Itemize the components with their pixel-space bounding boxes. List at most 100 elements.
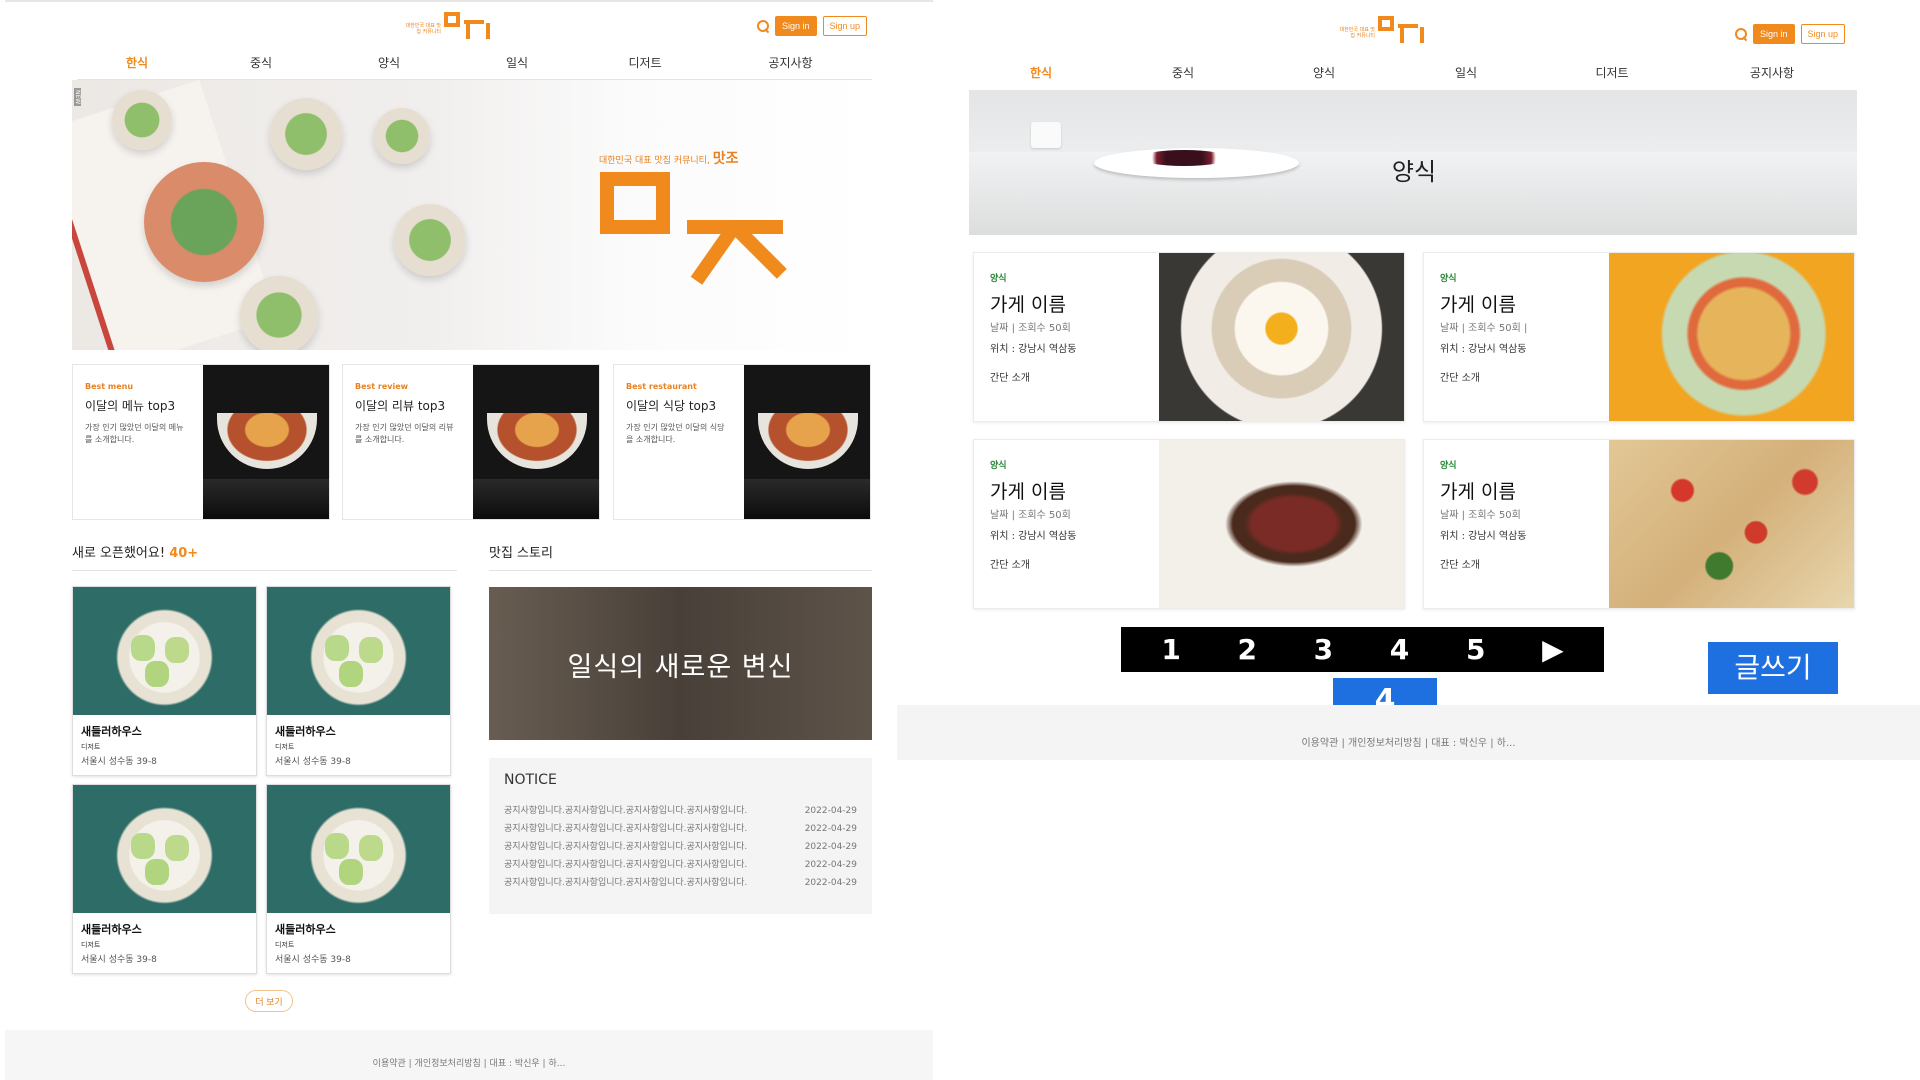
nav-dessert[interactable]: 디저트 [1537,64,1687,89]
sign-in-button[interactable]: Sign in [1753,24,1795,44]
nav-korean[interactable]: 한식 [969,64,1113,89]
store-card[interactable]: 양식 가게 이름 날짜 | 조회수 50회 위치 : 강남시 역삼동 간단 소개 [1423,439,1855,609]
restaurant-name: 새들러하우스 [81,923,142,936]
restaurant-address: 서울시 성수동 39-8 [275,955,351,965]
new-open-count: 40+ [169,546,199,561]
footer: 이용약관 | 개인정보처리방침 | 대표 : 박신우 | 하... [5,1030,933,1080]
header-actions: Sign in Sign up [757,16,868,36]
best-title: 이달의 메뉴 top3 [85,399,176,413]
page-link-2[interactable]: 2 [1237,633,1256,666]
nav-western[interactable]: 양식 [1253,64,1395,89]
store-category: 양식 [1440,461,1457,471]
category-title: 양식 [1391,158,1437,186]
ramen-image [744,365,870,519]
restaurant-card[interactable]: 새들러하우스 디저트 서울시 성수동 39-8 [72,586,257,776]
notice-item[interactable]: 공지사항입니다.공지사항입니다.공지사항입니다.공지사항입니다. 2022-04-… [504,856,857,874]
sign-up-button[interactable]: Sign up [1800,24,1846,44]
dessert-image [73,587,256,715]
store-card[interactable]: 양식 가게 이름 날짜 | 조회수 50회 위치 : 강남시 역삼동 간단 소개 [973,252,1405,422]
search-icon[interactable] [1735,28,1747,40]
ramen-image [203,365,329,519]
restaurant-name: 새들러하우스 [275,923,336,936]
header-actions: Sign in Sign up [1735,24,1846,44]
write-button[interactable]: 글쓰기 [1708,642,1838,694]
store-name: 가게 이름 [990,294,1066,316]
restaurant-card[interactable]: 새들러하우스 디저트 서울시 성수동 39-8 [266,784,451,974]
store-location: 위치 : 강남시 역삼동 [1440,344,1527,355]
nav-korean[interactable]: 한식 [77,54,197,79]
store-name: 가게 이름 [1440,481,1516,503]
nav-western[interactable]: 양식 [325,54,453,79]
store-intro: 간단 소개 [1440,373,1480,384]
best-card-menu[interactable]: Best menu 이달의 메뉴 top3 가장 인기 많았던 이달의 메뉴를 … [72,364,330,520]
restaurant-card[interactable]: 새들러하우스 디저트 서울시 성수동 39-8 [72,784,257,974]
more-button[interactable]: 더 보기 [245,990,293,1012]
nav-japanese[interactable]: 일식 [453,54,581,79]
store-location: 위치 : 강남시 역삼동 [1440,531,1527,542]
store-meta: 날짜 | 조회수 50회 | [1440,323,1528,334]
logo-tagline: 대한민국 대표 맛집 커뮤니티 [405,23,441,35]
dessert-image [73,785,256,913]
restaurant-category: 디저트 [81,941,101,949]
story-headline: 일식의 새로운 변신 [567,652,794,683]
store-intro: 간단 소개 [990,560,1030,571]
pizza-image [1609,440,1854,608]
divider [72,570,457,571]
store-category: 양식 [1440,274,1457,284]
dessert-image [267,785,450,913]
store-intro: 간단 소개 [990,373,1030,384]
main-nav: 한식 중식 양식 일식 디저트 공지사항 [77,54,872,80]
restaurant-address: 서울시 성수동 39-8 [81,757,157,767]
store-card[interactable]: 양식 가게 이름 날짜 | 조회수 50회 위치 : 강남시 역삼동 간단 소개 [973,439,1405,609]
notice-item[interactable]: 공지사항입니다.공지사항입니다.공지사항입니다.공지사항입니다. 2022-04-… [504,874,857,892]
best-category: Best menu [85,382,134,391]
nav-dessert[interactable]: 디저트 [581,54,709,79]
hero-banner: NEW 대한민국 대표 맛집 커뮤니티, 맛조 [72,80,872,350]
notice-box: NOTICE 공지사항입니다.공지사항입니다.공지사항입니다.공지사항입니다. 2… [489,758,872,914]
notice-item[interactable]: 공지사항입니다.공지사항입니다.공지사항입니다.공지사항입니다. 2022-04-… [504,820,857,838]
new-open-title: 새로 오픈했어요! 40+ [72,546,199,561]
restaurant-card[interactable]: 새들러하우스 디저트 서울시 성수동 39-8 [266,586,451,776]
site-logo[interactable]: 대한민국 대표 맛집 커뮤니티 [403,12,484,42]
footer-text[interactable]: 이용약관 | 개인정보처리방침 | 대표 : 박신우 | 하... [373,1059,566,1069]
store-meta: 날짜 | 조회수 50회 [990,510,1071,521]
store-card[interactable]: 양식 가게 이름 날짜 | 조회수 50회 | 위치 : 강남시 역삼동 간단 … [1423,252,1855,422]
story-banner[interactable]: 일식의 새로운 변신 [489,587,872,740]
page-link-1[interactable]: 1 [1161,633,1180,666]
notice-item[interactable]: 공지사항입니다.공지사항입니다.공지사항입니다.공지사항입니다. 2022-04-… [504,802,857,820]
store-location: 위치 : 강남시 역삼동 [990,531,1077,542]
logo-tagline: 대한민국 대표 맛집 커뮤니티 [1339,27,1375,39]
sign-up-button[interactable]: Sign up [822,16,868,36]
best-card-review[interactable]: Best review 이달의 리뷰 top3 가장 인기 많았던 이달의 리뷰… [342,364,600,520]
best-desc: 가장 인기 많았던 이달의 메뉴를 소개합니다. [85,423,184,444]
best-desc: 가장 인기 많았던 이달의 식당을 소개합니다. [626,423,725,444]
page-link-3[interactable]: 3 [1314,633,1333,666]
notice-title: NOTICE [504,772,557,788]
site-logo[interactable]: 대한민국 대표 맛집 커뮤니티 [1337,16,1418,46]
nav-notice[interactable]: 공지사항 [709,54,872,79]
nav-notice[interactable]: 공지사항 [1687,64,1857,89]
best-desc: 가장 인기 많았던 이달의 리뷰를 소개합니다. [355,423,454,444]
category-hero: 양식 [969,90,1857,235]
story-title: 맛집 스토리 [489,546,553,561]
nav-japanese[interactable]: 일식 [1395,64,1537,89]
nav-chinese[interactable]: 중식 [197,54,325,79]
page-link-4[interactable]: 4 [1390,633,1409,666]
best-category: Best restaurant [626,382,697,391]
restaurant-name: 새들러하우스 [275,725,336,738]
nav-chinese[interactable]: 중식 [1113,64,1253,89]
notice-item[interactable]: 공지사항입니다.공지사항입니다.공지사항입니다.공지사항입니다. 2022-04-… [504,838,857,856]
restaurant-address: 서울시 성수동 39-8 [81,955,157,965]
best-category: Best review [355,382,409,391]
hero-plate [374,108,430,164]
page-link-5[interactable]: 5 [1466,633,1485,666]
store-name: 가게 이름 [990,481,1066,503]
next-page-icon[interactable]: ▶ [1542,633,1564,666]
restaurant-category: 디저트 [275,743,295,751]
footer-text[interactable]: 이용약관 | 개인정보처리방침 | 대표 : 박신우 | 하... [1301,738,1515,749]
sign-in-button[interactable]: Sign in [775,16,817,36]
restaurant-name: 새들러하우스 [81,725,142,738]
hero-logo-mieum-icon [600,172,670,234]
best-card-restaurant[interactable]: Best restaurant 이달의 식당 top3 가장 인기 많았던 이달… [613,364,871,520]
search-icon[interactable] [757,20,769,32]
